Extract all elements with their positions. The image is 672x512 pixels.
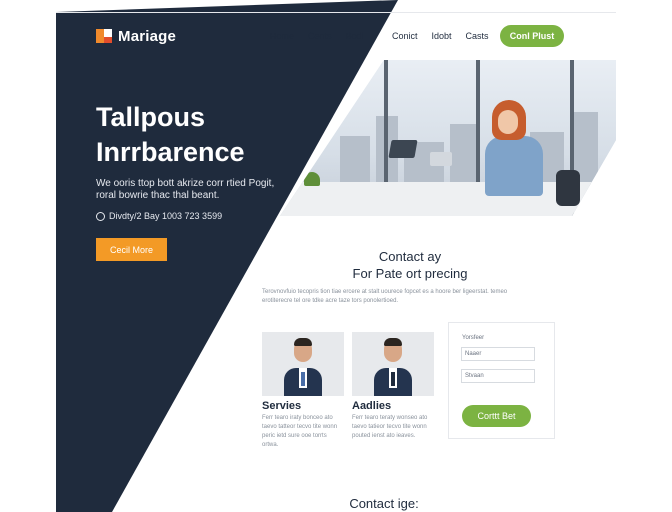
header-cta-button[interactable]: Conl Plust (500, 25, 564, 47)
contact-title-line1: Contact ay (378, 249, 442, 264)
agencies-card-title: Aadlies (352, 400, 392, 412)
name-field[interactable]: Naaer (461, 347, 535, 361)
hero-title: Tallpous Inrrbarence (96, 100, 336, 170)
hero-subtitle: We ooris ttop bott akrize corr rtied Pog… (96, 178, 275, 201)
hero-title-line2: Inrrbarence (96, 137, 245, 167)
agencies-card-photo (352, 332, 434, 396)
nav-right: Conict Idobt Casts (392, 31, 489, 41)
agencies-card-text: Ferr tearo teraty wonseo ato taevo tatie… (352, 415, 428, 439)
contact-description: Terovnovfuio tecopris tion tiae ercere a… (262, 289, 508, 304)
logo-text: Mariage (118, 27, 177, 45)
service-card-photo (262, 332, 344, 396)
nav-item-bodi[interactable]: Bodi (346, 31, 364, 41)
form-label: Yorsfeer (462, 335, 485, 341)
logo-icon (96, 27, 114, 45)
nav-left: Home Cents Bodi (270, 31, 364, 41)
second-field[interactable]: Stvaan (461, 369, 535, 383)
contact-title: Contact ay For Pate ort precing (300, 248, 520, 282)
agencies-card[interactable]: Aadlies Ferr tearo teraty wonseo ato tae… (352, 332, 434, 441)
service-card-text: Ferr tearo iraty bonceo ato taevo tatteo… (262, 415, 338, 448)
footer-title: Contact ige: (349, 496, 419, 511)
form-submit-button[interactable]: Corttt Bet (462, 405, 531, 427)
top-divider (56, 12, 616, 13)
contact-title-line2: For Pate ort precing (352, 266, 468, 281)
nav-item-idobt[interactable]: Idobt (432, 31, 452, 41)
hero-phone: Divdty/2 Bay 1003 723 3599 (96, 211, 222, 221)
hero-phone-text: Divdty/2 Bay 1003 723 3599 (109, 211, 223, 221)
nav-item-cents[interactable]: Cents (308, 31, 332, 41)
contact-form: Yorsfeer Naaer Stvaan Corttt Bet (448, 322, 555, 439)
service-card-title: Servies (262, 400, 302, 412)
nav-item-conict[interactable]: Conict (392, 31, 418, 41)
nav-item-casts[interactable]: Casts (466, 31, 489, 41)
hero-title-line1: Tallpous (96, 102, 206, 132)
hero-learn-more-button[interactable]: Cecil More (96, 238, 167, 261)
logo[interactable]: Mariage (96, 27, 176, 45)
service-card[interactable]: Servies Ferr tearo iraty bonceo ato taev… (262, 332, 344, 450)
nav-item-home[interactable]: Home (270, 31, 294, 41)
phone-icon (96, 211, 105, 221)
